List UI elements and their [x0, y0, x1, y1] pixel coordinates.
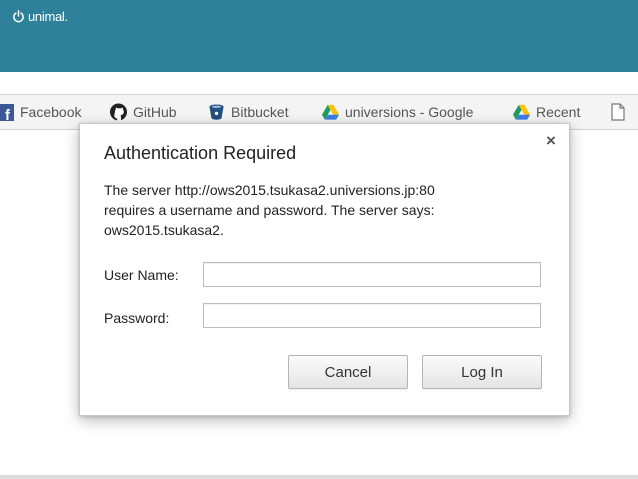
message-line: The server http://ows2015.tsukasa2.unive…	[104, 182, 435, 198]
username-label: User Name:	[104, 267, 179, 283]
authentication-dialog: Authentication Required × The server htt…	[79, 123, 570, 416]
bookmark-facebook[interactable]: f Facebook	[0, 95, 81, 129]
bookmark-document[interactable]	[609, 95, 632, 129]
google-drive-icon	[513, 104, 530, 121]
bookmark-label: Recent	[536, 104, 581, 120]
bookmark-label: universions - Google	[345, 104, 474, 120]
dialog-title: Authentication Required	[104, 143, 297, 163]
brand-logo[interactable]: unimal.	[12, 8, 68, 24]
app-header: unimal.	[0, 0, 638, 72]
close-icon[interactable]: ×	[544, 132, 558, 149]
toolbar-gap	[0, 72, 638, 94]
bookmark-label: GitHub	[133, 104, 177, 120]
dialog-message: The server http://ows2015.tsukasa2.unive…	[104, 180, 534, 240]
message-line: ows2015.tsukasa2.	[104, 222, 224, 238]
login-button[interactable]: Log In	[422, 355, 542, 389]
message-line: requires a username and password. The se…	[104, 202, 435, 218]
cancel-button[interactable]: Cancel	[288, 355, 408, 389]
brand-name: unimal.	[28, 8, 68, 24]
bookmark-label: Bitbucket	[231, 104, 289, 120]
document-icon	[609, 103, 626, 121]
password-label: Password:	[104, 310, 170, 326]
bookmark-label: Facebook	[20, 104, 82, 120]
power-icon	[12, 9, 25, 23]
status-edge	[0, 475, 638, 479]
bitbucket-icon	[208, 104, 225, 121]
password-field[interactable]	[203, 303, 541, 328]
github-icon	[110, 103, 127, 121]
facebook-icon: f	[0, 103, 14, 121]
username-field[interactable]	[203, 262, 541, 287]
google-drive-icon	[322, 104, 339, 121]
